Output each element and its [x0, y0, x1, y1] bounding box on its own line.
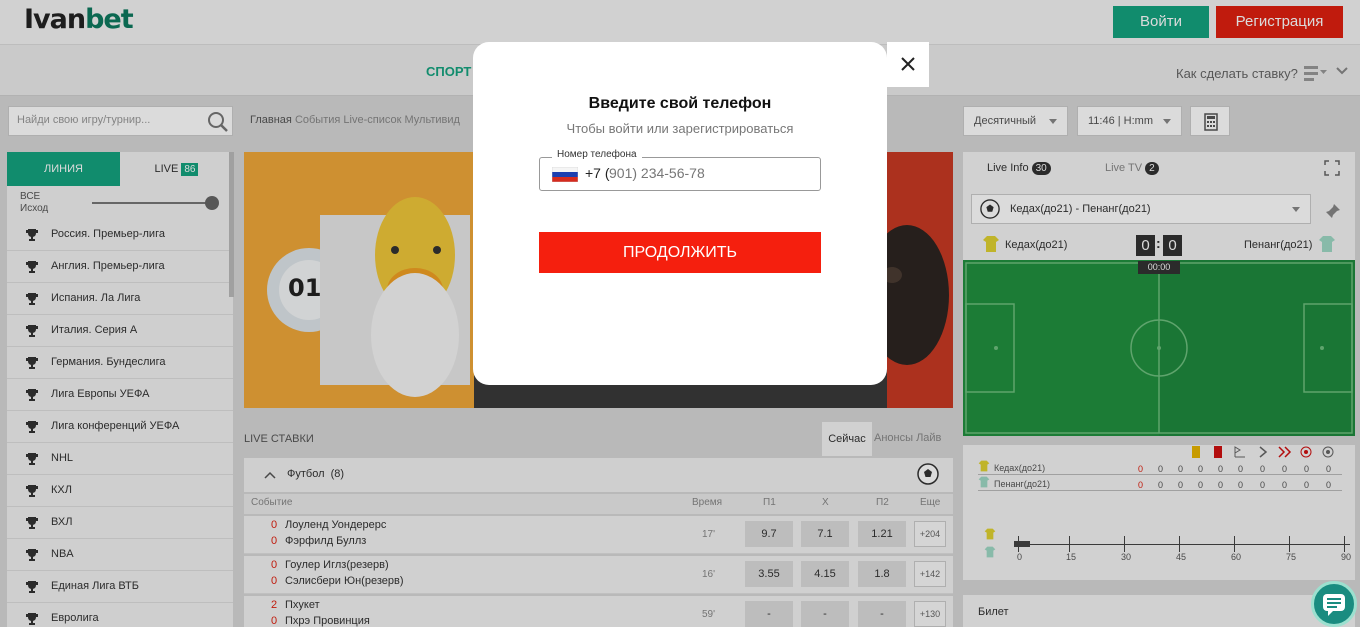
russia-flag-icon[interactable]: [552, 167, 578, 182]
chat-button[interactable]: [1311, 581, 1357, 627]
phone-login-modal: [473, 42, 887, 385]
chat-icon: [1323, 594, 1345, 616]
modal-title: Введите свой телефон: [588, 95, 772, 112]
phone-input-label: Номер телефона: [552, 149, 642, 160]
close-icon: [901, 57, 915, 71]
close-button[interactable]: [887, 42, 929, 87]
phone-placeholder: 901) 234-56-78: [609, 165, 705, 181]
phone-country-code: +7 (: [585, 165, 610, 181]
modal-subtitle: Чтобы войти или зарегистрироваться: [566, 121, 794, 136]
continue-button[interactable]: ПРОДОЛЖИТЬ: [539, 232, 821, 273]
